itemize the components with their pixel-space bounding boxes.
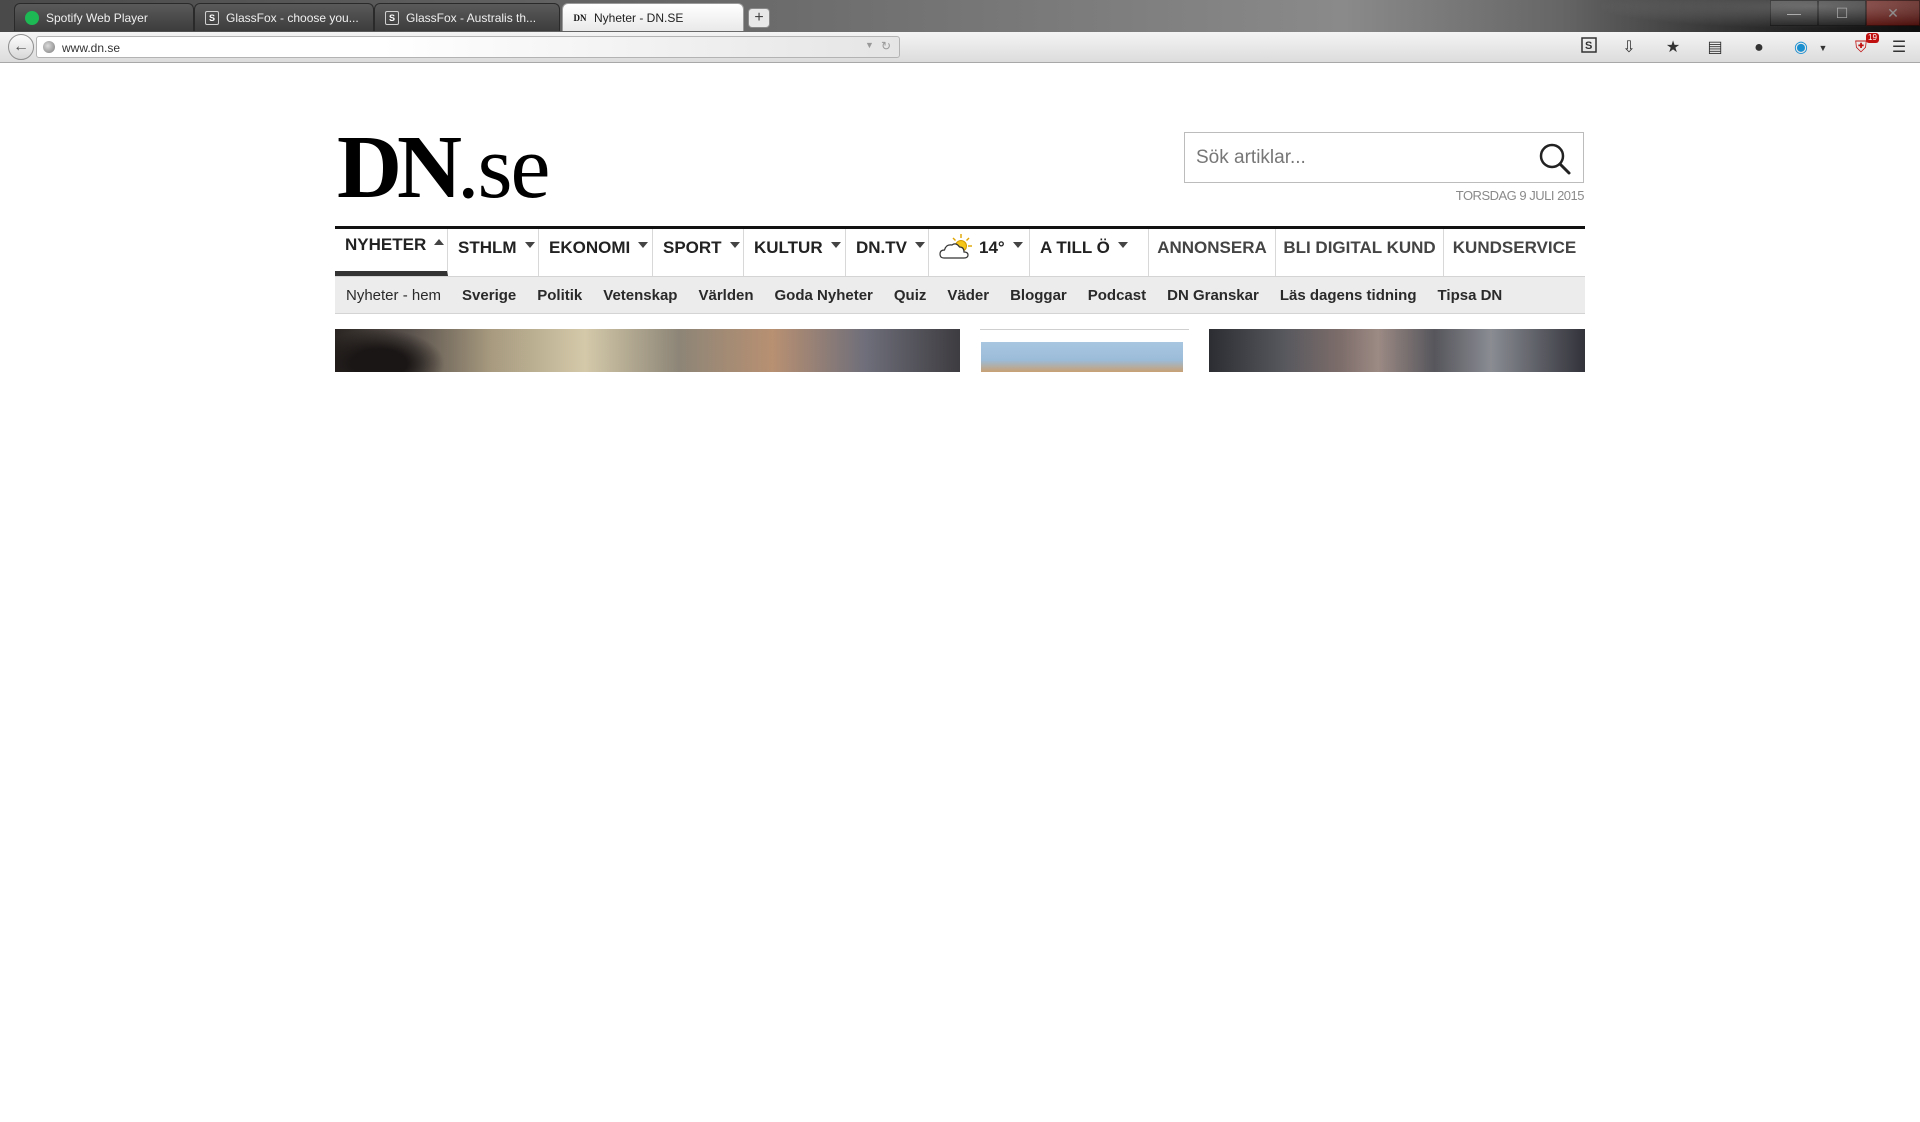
tab-title: GlassFox - Australis th... xyxy=(406,10,537,25)
extension-globe-icon[interactable]: ◉ xyxy=(1790,37,1812,59)
caret-up-icon xyxy=(434,239,445,245)
nav-dntv[interactable]: DN.TV xyxy=(846,229,929,276)
tab-title: GlassFox - choose you... xyxy=(226,10,359,25)
subnav-sverige[interactable]: Sverige xyxy=(462,287,516,304)
subnav-politik[interactable]: Politik xyxy=(537,287,582,304)
search-box xyxy=(1184,132,1584,183)
sub-navigation: Nyheter - hem Sverige Politik Vetenskap … xyxy=(335,276,1585,314)
caret-down-icon xyxy=(524,241,535,248)
menu-hamburger-icon[interactable]: ☰ xyxy=(1888,37,1910,59)
dn-icon: DN xyxy=(573,12,587,23)
side-article-teaser[interactable] xyxy=(980,329,1189,372)
subnav-nyheter-hem[interactable]: Nyheter - hem xyxy=(346,287,441,304)
caret-down-icon xyxy=(830,241,841,248)
right-article-image[interactable] xyxy=(1209,329,1585,372)
tab-glassfox-australis[interactable]: S GlassFox - Australis th... xyxy=(374,3,560,31)
chat-icon[interactable]: ● xyxy=(1748,37,1770,59)
nav-kundservice[interactable]: KUNDSERVICE xyxy=(1444,229,1585,276)
nav-annonsera[interactable]: ANNONSERA xyxy=(1149,229,1276,276)
subnav-quiz[interactable]: Quiz xyxy=(894,287,927,304)
nav-label: BLI DIGITAL KUND xyxy=(1283,237,1436,257)
nav-label: KULTUR xyxy=(754,237,823,257)
weather-partly-cloudy-icon xyxy=(939,232,975,267)
subnav-goda-nyheter[interactable]: Goda Nyheter xyxy=(775,287,873,304)
subnav-podcast[interactable]: Podcast xyxy=(1088,287,1146,304)
teaser-divider xyxy=(980,329,1189,330)
side-article-image[interactable] xyxy=(981,342,1183,372)
download-icon[interactable]: ⇩ xyxy=(1618,37,1640,59)
glassfox-icon: S xyxy=(385,10,399,25)
caret-down-icon xyxy=(729,241,740,248)
search-icon[interactable] xyxy=(1537,141,1573,177)
ublock-badge: 19 xyxy=(1866,33,1879,43)
caret-down-icon xyxy=(915,241,925,248)
glassfox-icon: S xyxy=(205,10,219,25)
nav-label: NYHETER xyxy=(345,235,427,254)
site-identity-icon[interactable] xyxy=(43,41,55,53)
caret-down-icon xyxy=(1012,241,1023,248)
tab-spotify[interactable]: Spotify Web Player xyxy=(14,3,194,31)
subnav-tipsa-dn[interactable]: Tipsa DN xyxy=(1438,287,1503,304)
nav-label: 14° xyxy=(979,237,1005,257)
logo-main: DN xyxy=(337,118,462,217)
tab-title: Spotify Web Player xyxy=(46,10,148,25)
subnav-vetenskap[interactable]: Vetenskap xyxy=(603,287,677,304)
lead-article-image[interactable] xyxy=(335,329,960,372)
window-close-button[interactable]: ✕ xyxy=(1866,0,1920,26)
main-navigation: NYHETER STHLM EKONOMI SPORT KULTUR DN.TV… xyxy=(335,226,1585,276)
nav-label: ANNONSERA xyxy=(1157,237,1267,257)
nav-label: DN.TV xyxy=(856,237,907,257)
nav-label: KUNDSERVICE xyxy=(1452,237,1577,257)
tab-glassfox-choose[interactable]: S GlassFox - choose you... xyxy=(194,3,374,31)
nav-ekonomi[interactable]: EKONOMI xyxy=(539,229,653,276)
back-button[interactable]: ← xyxy=(8,34,34,60)
nav-label: EKONOMI xyxy=(549,237,631,257)
history-dropdown-icon[interactable]: ▼ xyxy=(865,40,874,50)
nav-bli-digital-kund[interactable]: BLI DIGITAL KUND xyxy=(1276,229,1444,276)
current-date: TORSDAG 9 JULI 2015 xyxy=(1455,188,1585,203)
nav-weather[interactable]: 14° xyxy=(929,229,1030,276)
svg-text:S: S xyxy=(1585,40,1592,52)
stylish-icon[interactable]: S xyxy=(1578,37,1600,59)
caret-down-icon xyxy=(1117,241,1128,248)
subnav-vader[interactable]: Väder xyxy=(947,287,989,304)
window-minimize-button[interactable]: — xyxy=(1770,0,1818,26)
subnav-dn-granskar[interactable]: DN Granskar xyxy=(1167,287,1259,304)
caret-down-icon xyxy=(638,241,649,248)
nav-sport[interactable]: SPORT xyxy=(653,229,744,276)
back-arrow-icon: ← xyxy=(13,38,29,55)
subnav-las-dagens-tidning[interactable]: Läs dagens tidning xyxy=(1280,287,1417,304)
search-input[interactable] xyxy=(1186,134,1526,181)
subnav-varlden[interactable]: Världen xyxy=(698,287,753,304)
bookmark-star-icon[interactable]: ★ xyxy=(1662,37,1684,59)
url-bar[interactable]: www.dn.se ▼ ↻ xyxy=(36,36,900,58)
new-tab-button[interactable]: + xyxy=(748,8,770,28)
nav-sthlm[interactable]: STHLM xyxy=(448,229,539,276)
nav-label: A TILL Ö xyxy=(1040,237,1110,257)
nav-label: SPORT xyxy=(663,237,722,257)
url-text: www.dn.se xyxy=(62,41,121,55)
spotify-icon xyxy=(25,10,39,25)
nav-label: STHLM xyxy=(458,237,517,257)
tab-title: Nyheter - DN.SE xyxy=(594,10,684,25)
subnav-bloggar[interactable]: Bloggar xyxy=(1010,287,1067,304)
dn-logo[interactable]: DN.se xyxy=(337,118,550,217)
logo-suffix: .se xyxy=(457,118,550,217)
nav-nyheter[interactable]: NYHETER xyxy=(335,229,448,276)
tab-dn-nyheter[interactable]: DN Nyheter - DN.SE xyxy=(562,3,744,31)
extension-dropdown-icon[interactable]: ▼ xyxy=(1812,37,1834,59)
window-maximize-button[interactable]: ☐ xyxy=(1818,0,1866,26)
reload-icon[interactable]: ↻ xyxy=(881,39,891,53)
nav-kultur[interactable]: KULTUR xyxy=(744,229,846,276)
browser-titlebar: Spotify Web Player S GlassFox - choose y… xyxy=(0,0,1920,32)
reading-list-icon[interactable]: ▤ xyxy=(1704,37,1726,59)
nav-a-till-o[interactable]: A TILL Ö xyxy=(1030,229,1149,276)
